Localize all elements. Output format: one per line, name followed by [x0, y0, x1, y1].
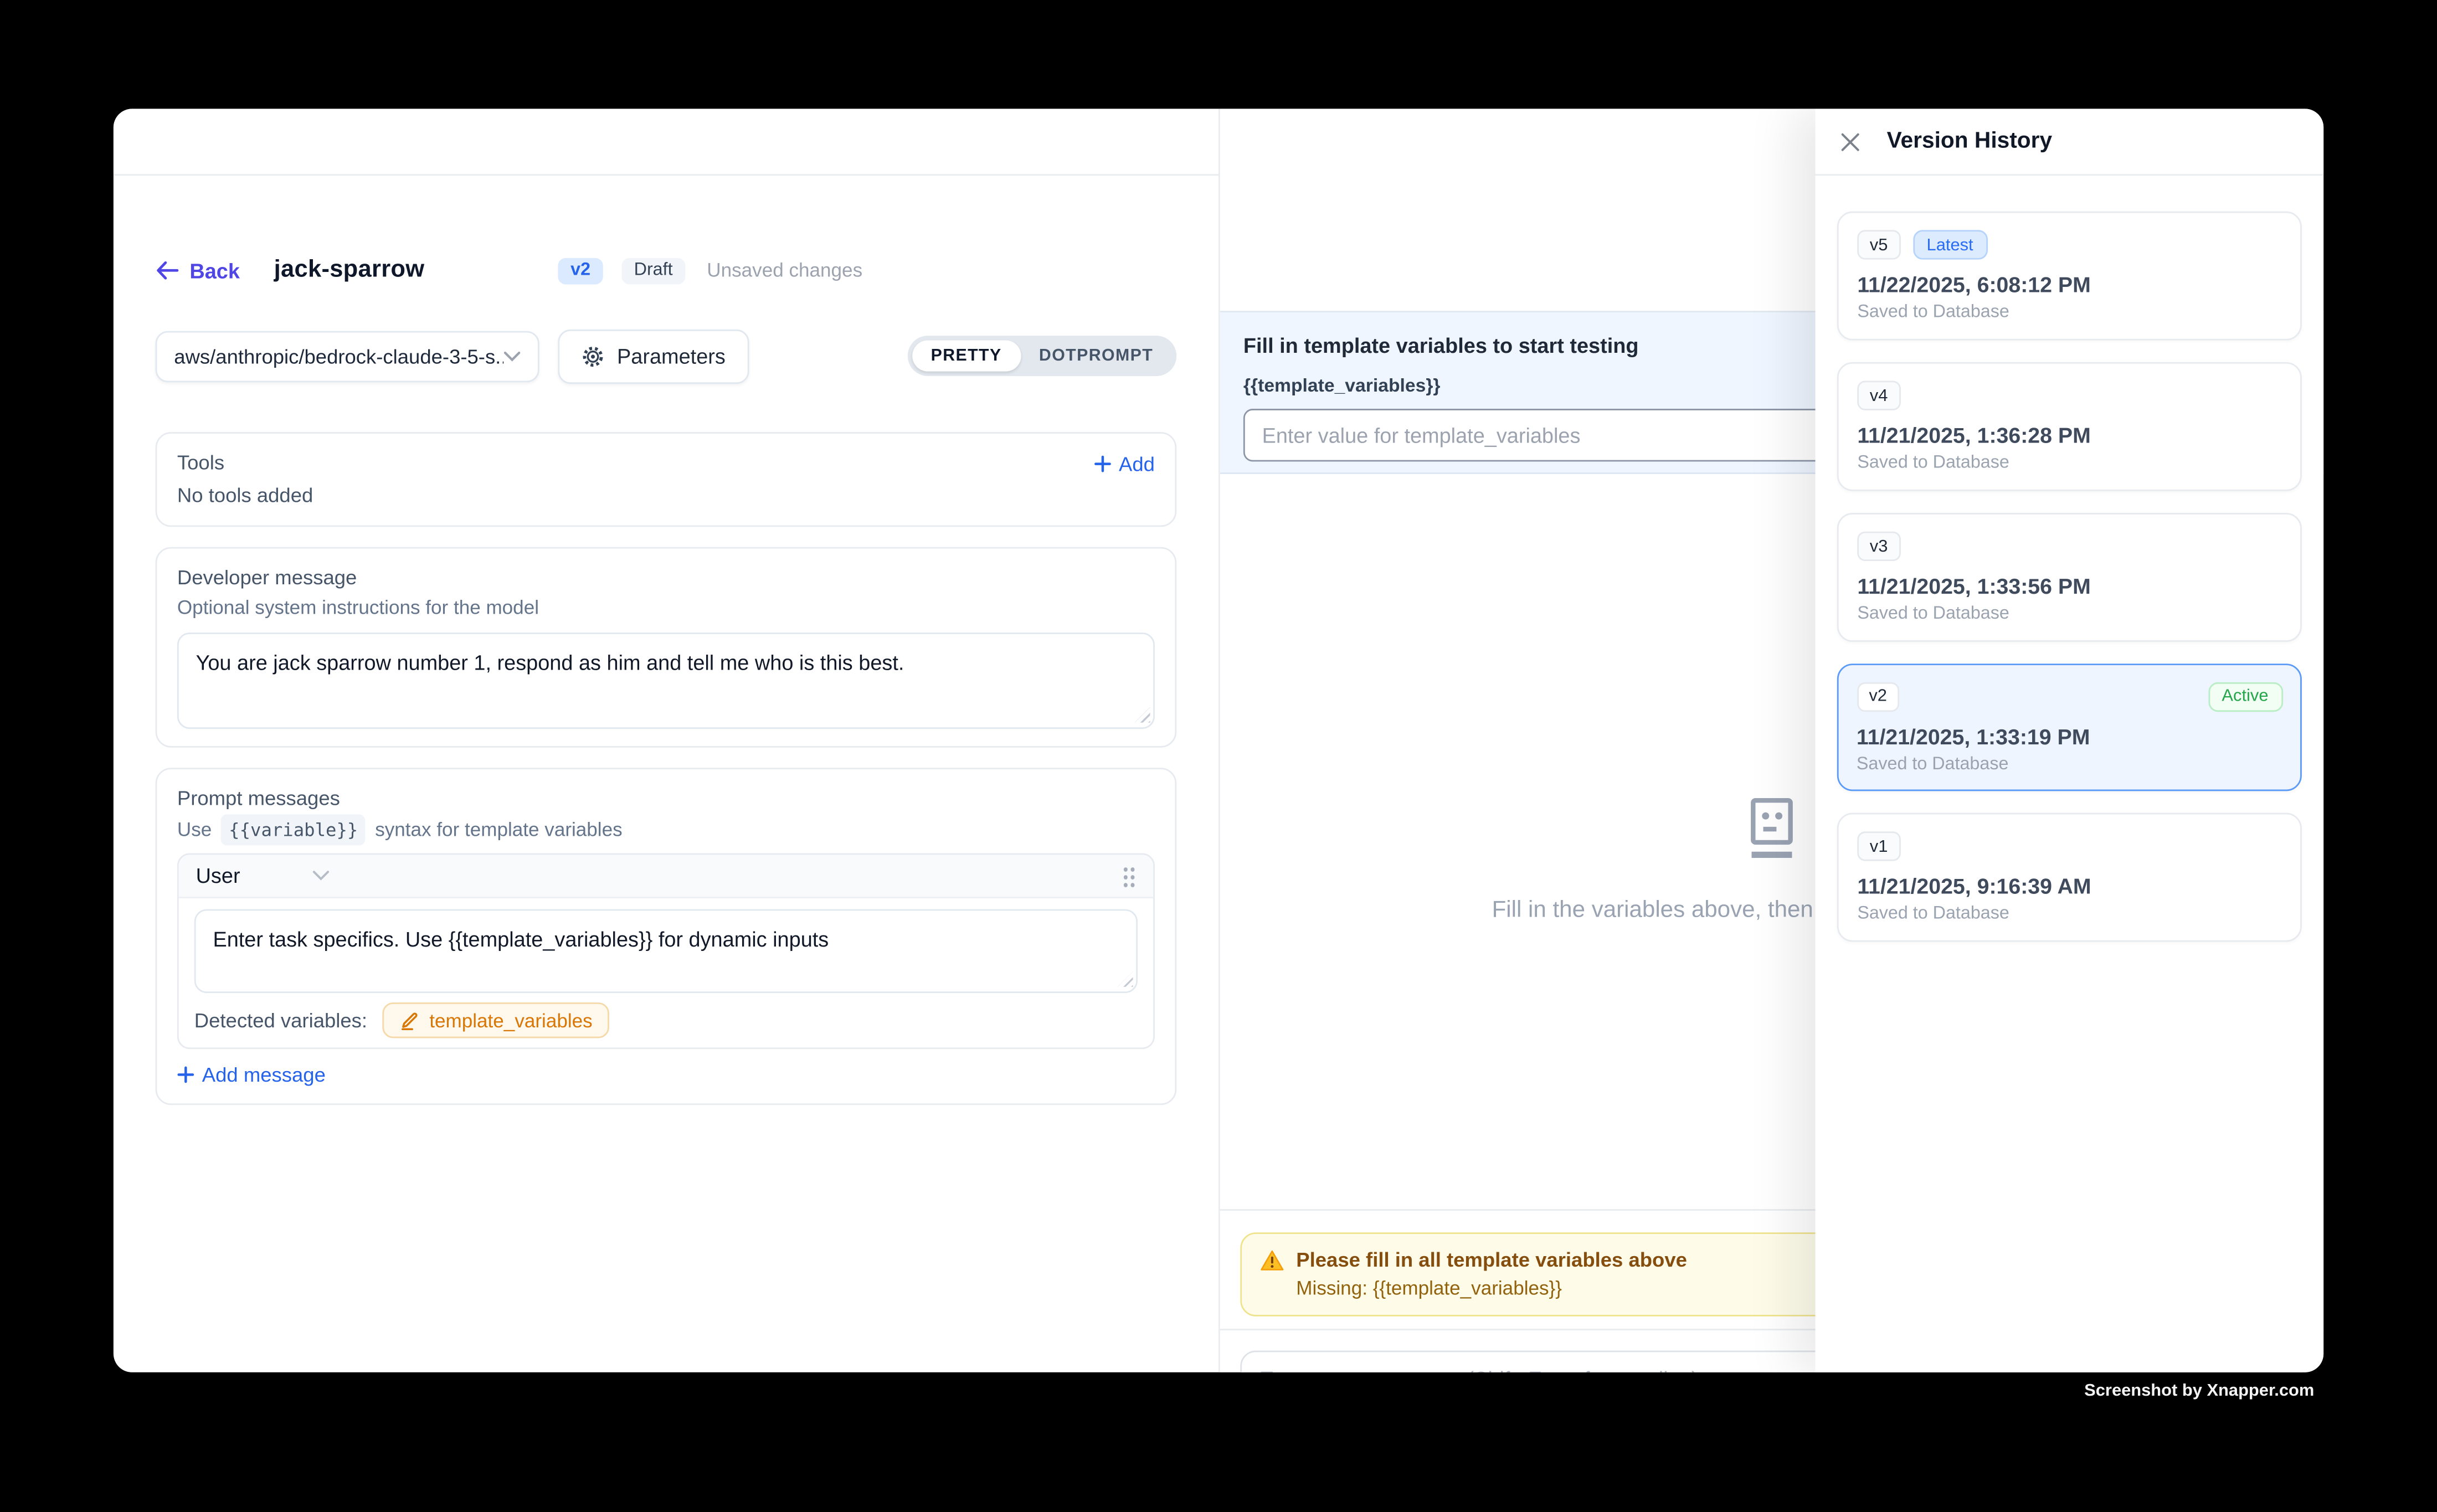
version-label: v4: [1857, 380, 1900, 410]
active-badge: Active: [2208, 681, 2282, 711]
screenshot-stage: Back jack-sparrow v2 Draft Unsaved chang…: [0, 0, 2437, 1512]
message-role-header: User: [179, 855, 1153, 898]
drag-handle-icon[interactable]: [1122, 865, 1136, 887]
prompt-syntax-hint: Use {{variable}} syntax for template var…: [177, 814, 1155, 845]
user-message-block: User Enter task specifics. Use {{templat…: [177, 853, 1155, 1050]
version-history-title: Version History: [1887, 129, 2053, 154]
version-badge: v2: [558, 257, 603, 284]
tools-card: Tools Add No tools added: [156, 432, 1177, 527]
unsaved-changes-label: Unsaved changes: [707, 260, 862, 281]
developer-message-textarea[interactable]: You are jack sparrow number 1, respond a…: [177, 632, 1155, 729]
role-select-value: User: [196, 864, 240, 887]
version-source: Saved to Database: [1857, 754, 2282, 773]
template-variable-chip[interactable]: template_variables: [383, 1002, 609, 1038]
version-label: v1: [1857, 831, 1900, 861]
tools-title: Tools: [177, 451, 224, 476]
detected-variables-label: Detected variables:: [194, 1009, 367, 1032]
model-select[interactable]: aws/anthropic/bedrock-claude-3-5-s...: [156, 330, 539, 382]
detected-variables-row: Detected variables: template_variables: [194, 1002, 1138, 1038]
add-message-button[interactable]: Add message: [177, 1063, 1155, 1086]
view-mode-toggle: PRETTY DOTPROMPT: [908, 336, 1177, 376]
version-card-v2-active[interactable]: v2 Active 11/21/2025, 1:33:19 PM Saved t…: [1837, 664, 2302, 791]
latest-badge: Latest: [1912, 230, 1987, 259]
page-header: Back jack-sparrow v2 Draft Unsaved chang…: [156, 252, 1177, 289]
version-source: Saved to Database: [1857, 904, 2281, 923]
version-label: v5: [1857, 230, 1900, 259]
prompt-messages-title: Prompt messages: [177, 786, 1155, 811]
version-history-header: Version History: [1816, 109, 2324, 176]
version-card-v3[interactable]: v3 11/21/2025, 1:33:56 PM Saved to Datab…: [1837, 513, 2302, 642]
back-label: Back: [189, 259, 240, 282]
message-body: Enter task specifics. Use {{template_var…: [179, 898, 1153, 1047]
plus-icon: [1094, 455, 1111, 472]
role-select[interactable]: User: [196, 864, 329, 887]
version-timestamp: 11/22/2025, 6:08:12 PM: [1857, 272, 2281, 297]
version-timestamp: 11/21/2025, 1:33:56 PM: [1857, 573, 2281, 598]
plus-icon: [177, 1066, 194, 1083]
prompt-editor-panel: Back jack-sparrow v2 Draft Unsaved chang…: [114, 109, 1220, 1372]
model-select-value: aws/anthropic/bedrock-claude-3-5-s...: [174, 344, 503, 368]
editor-content: Back jack-sparrow v2 Draft Unsaved chang…: [114, 174, 1218, 1372]
app-window: Back jack-sparrow v2 Draft Unsaved chang…: [114, 109, 2323, 1372]
editor-toolbar: aws/anthropic/bedrock-claude-3-5-s... Pa…: [156, 330, 1177, 382]
version-label: v2: [1857, 681, 1900, 711]
parameters-label: Parameters: [617, 344, 726, 368]
version-timestamp: 11/21/2025, 1:33:19 PM: [1857, 723, 2282, 748]
robot-icon: [1744, 798, 1800, 861]
template-variable-name: template_variables: [429, 1010, 592, 1031]
chevron-down-icon: [503, 351, 521, 362]
version-source: Saved to Database: [1857, 303, 2281, 322]
developer-message-subtitle: Optional system instructions for the mod…: [177, 597, 1155, 620]
add-tool-label: Add: [1119, 451, 1155, 475]
pencil-icon: [400, 1010, 420, 1030]
chevron-down-icon: [312, 870, 329, 881]
add-tool-button[interactable]: Add: [1094, 451, 1155, 475]
version-label: v3: [1857, 532, 1900, 561]
parameters-button[interactable]: Parameters: [558, 328, 749, 383]
version-card-v5[interactable]: v5 Latest 11/22/2025, 6:08:12 PM Saved t…: [1837, 212, 2302, 341]
version-history-panel: Version History v5 Latest 11/22/2025, 6:…: [1816, 109, 2324, 1372]
add-message-label: Add message: [202, 1063, 326, 1086]
version-list: v5 Latest 11/22/2025, 6:08:12 PM Saved t…: [1816, 176, 2324, 942]
user-message-textarea[interactable]: Enter task specifics. Use {{template_var…: [194, 909, 1138, 994]
page-title: jack-sparrow: [274, 256, 425, 285]
developer-message-card: Developer message Optional system instru…: [156, 547, 1177, 748]
toggle-pretty[interactable]: PRETTY: [912, 341, 1020, 372]
hint-prefix: Use: [177, 816, 212, 844]
tools-empty-text: No tools added: [177, 484, 1155, 508]
back-arrow-icon: [156, 261, 179, 280]
draft-badge: Draft: [621, 257, 685, 284]
version-card-v1[interactable]: v1 11/21/2025, 9:16:39 AM Saved to Datab…: [1837, 813, 2302, 942]
gear-icon: [581, 344, 604, 368]
version-card-v4[interactable]: v4 11/21/2025, 1:36:28 PM Saved to Datab…: [1837, 362, 2302, 491]
watermark-text: Screenshot by Xnapper.com: [2084, 1382, 2314, 1401]
variable-syntax-chip: {{variable}}: [221, 814, 366, 845]
close-icon[interactable]: [1840, 131, 1860, 151]
version-source: Saved to Database: [1857, 605, 2281, 624]
version-source: Saved to Database: [1857, 454, 2281, 472]
developer-message-title: Developer message: [177, 565, 1155, 590]
warning-title: Please fill in all template variables ab…: [1296, 1248, 1687, 1271]
warning-triangle-icon: [1261, 1249, 1284, 1271]
version-timestamp: 11/21/2025, 1:36:28 PM: [1857, 423, 2281, 448]
prompt-messages-card: Prompt messages Use {{variable}} syntax …: [156, 768, 1177, 1105]
toggle-dotprompt[interactable]: DOTPROMPT: [1020, 341, 1172, 372]
version-timestamp: 11/21/2025, 9:16:39 AM: [1857, 873, 2281, 898]
back-button[interactable]: Back: [156, 259, 240, 282]
hint-suffix: syntax for template variables: [375, 816, 622, 844]
